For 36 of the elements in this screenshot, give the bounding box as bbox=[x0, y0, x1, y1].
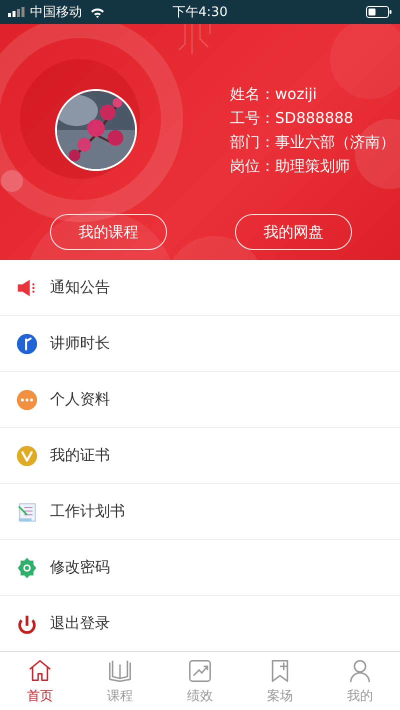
document-icon bbox=[16, 500, 38, 522]
field-label: 姓名： bbox=[230, 84, 275, 104]
field-value: 助理策划师 bbox=[275, 156, 350, 176]
menu-item[interactable]: 讲师时长 bbox=[0, 316, 400, 372]
field-label: 部门： bbox=[230, 132, 275, 152]
menu-item[interactable]: 工作计划书 bbox=[0, 484, 400, 540]
field-value: 事业六部（济南） bbox=[275, 132, 395, 152]
menu-label: 我的证书 bbox=[50, 446, 110, 465]
signal-icon bbox=[8, 7, 26, 17]
outline-button[interactable]: 我的课程 bbox=[50, 214, 167, 250]
chart-icon bbox=[187, 658, 213, 684]
menu-label: 讲师时长 bbox=[50, 334, 110, 353]
menu-label: 退出登录 bbox=[50, 614, 110, 633]
gear-icon bbox=[16, 556, 38, 578]
person-icon bbox=[347, 658, 373, 684]
carrier-name: 中国移动 bbox=[30, 4, 82, 21]
menu-label: 修改密码 bbox=[50, 558, 110, 577]
field-value: SD888888 bbox=[275, 109, 354, 127]
battery-icon bbox=[366, 6, 392, 18]
more-icon bbox=[16, 388, 38, 410]
outline-button[interactable]: 我的网盘 bbox=[235, 214, 352, 250]
field-label: 岗位： bbox=[230, 156, 275, 176]
menu-item[interactable]: 修改密码 bbox=[0, 540, 400, 596]
clock-time: 下午4:30 bbox=[172, 4, 228, 21]
menu-item[interactable]: 个人资料 bbox=[0, 372, 400, 428]
menu-label: 个人资料 bbox=[50, 390, 110, 409]
field-label: 工号： bbox=[230, 108, 275, 128]
menu-item[interactable]: 通知公告 bbox=[0, 260, 400, 316]
menu-item[interactable]: 我的证书 bbox=[0, 428, 400, 484]
field-value: woziji bbox=[275, 85, 317, 103]
letter-v-icon bbox=[16, 444, 38, 466]
menu-label: 工作计划书 bbox=[50, 502, 125, 521]
menu-label: 通知公告 bbox=[50, 278, 110, 297]
wifi-icon bbox=[90, 6, 105, 18]
home-icon bbox=[27, 658, 53, 684]
tab-item[interactable]: 首页 bbox=[0, 652, 80, 710]
